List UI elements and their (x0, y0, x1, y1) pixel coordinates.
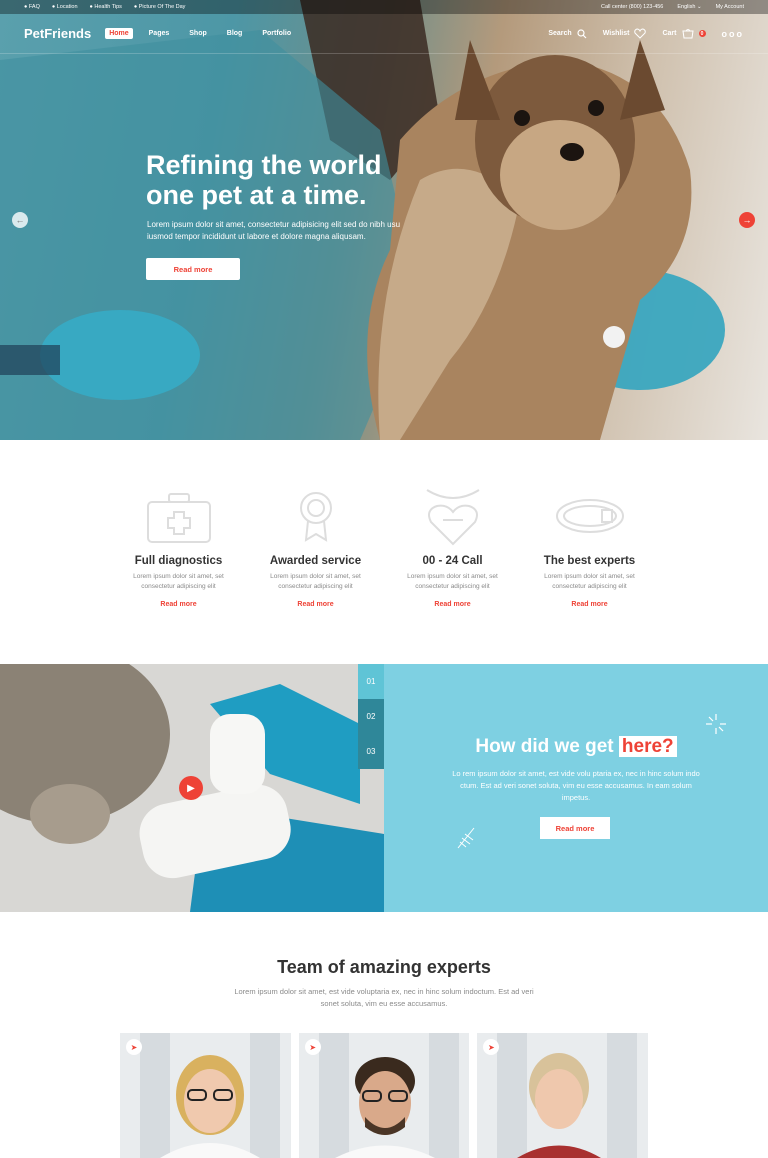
rocket-icon: ➤ (126, 1039, 142, 1055)
first-aid-kit-icon (110, 485, 247, 547)
menu-item-blog[interactable]: Blog (223, 28, 247, 39)
feature-title: 00 - 24 Call (422, 555, 483, 567)
heart-tag-icon (384, 485, 521, 547)
fishbone-icon (457, 827, 475, 849)
award-medal-icon (247, 485, 384, 547)
health-tips-label: Health Tips (94, 4, 122, 10)
doctor-photo (120, 1033, 291, 1158)
hero-read-more-button[interactable]: Read more (146, 258, 240, 280)
more-menu-icon[interactable]: ooo (722, 29, 745, 39)
faq-link[interactable]: ● FAQ (24, 4, 40, 10)
menu-item-home[interactable]: Home (105, 28, 133, 39)
feature-read-more-link[interactable]: Read more (521, 601, 658, 608)
history-read-more-label: Read more (555, 823, 595, 833)
history-panel: How did we get here? Lo rem ipsum dolor … (384, 664, 768, 912)
my-account-link[interactable]: My Account (716, 4, 744, 10)
history-description: Lo rem ipsum dolor sit amet, est vide vo… (452, 769, 700, 802)
main-navbar: PetFriends Home Pages Shop Blog Portfoli… (0, 14, 768, 54)
team-cards: ➤ ➤ ➤ (120, 1033, 649, 1158)
feature-read-more-link[interactable]: Read more (384, 601, 521, 608)
location-label: Location (56, 4, 78, 10)
feature-read-more-link[interactable]: Read more (247, 601, 384, 608)
history-read-more-button[interactable]: Read more (540, 817, 610, 839)
cart-icon (681, 29, 694, 39)
wishlist-label: Wishlist (602, 30, 630, 37)
team-card[interactable]: ➤ (120, 1033, 291, 1158)
doctor-photo (298, 1033, 470, 1158)
hero-slider: ● FAQ ● Location ● Health Tips ● Picture… (0, 0, 768, 440)
cart-count-badge: 0 (698, 30, 706, 37)
cart-button[interactable]: Cart 0 (662, 28, 706, 39)
feature-title: Awarded service (269, 555, 362, 567)
search-button[interactable]: Search (548, 28, 587, 39)
history-title: How did we get here? (384, 736, 768, 758)
slider-prev-arrow-icon[interactable]: ← (12, 212, 28, 228)
history-title-highlight: here? (618, 736, 677, 757)
play-video-button[interactable]: ▶ (179, 776, 203, 800)
language-select[interactable]: English ⌄ (677, 4, 701, 10)
feature-description: Lorem ipsum dolor sit amet, set consecte… (544, 573, 635, 590)
feature-description: Lorem ipsum dolor sit amet, set consecte… (407, 573, 498, 590)
language-label: English (677, 4, 696, 10)
health-tips-link[interactable]: ● Health Tips (90, 4, 122, 10)
feature-best-experts: The best experts Lorem ipsum dolor sit a… (521, 485, 658, 625)
menu-item-shop[interactable]: Shop (185, 28, 211, 39)
top-bar: ● FAQ ● Location ● Health Tips ● Picture… (0, 0, 768, 14)
feature-title: The best experts (543, 555, 636, 567)
hero-title: Refining the world one pet at a time. (146, 150, 382, 210)
sparkle-icon (706, 714, 726, 734)
site-logo[interactable]: PetFriends (24, 26, 91, 41)
hero-read-more-label: Read more (173, 264, 213, 274)
location-link[interactable]: ● Location (52, 4, 78, 10)
vet-cat-photo: ▶ (0, 664, 384, 912)
call-center-text: Call center (800) 123-456 (601, 4, 664, 10)
hero-description: Lorem ipsum dolor sit amet, consectetur … (147, 220, 401, 241)
faq-label: FAQ (28, 4, 40, 10)
tab-03[interactable]: 03 (358, 734, 384, 769)
history-section: ▶ How did we get here? Lo rem ipsum dolo… (0, 664, 768, 912)
rocket-icon: ➤ (304, 1039, 321, 1055)
pet-collar-icon (521, 485, 658, 547)
heart-icon (634, 28, 647, 39)
feature-24-call: 00 - 24 Call Lorem ipsum dolor sit amet,… (384, 485, 521, 625)
picture-of-day-label: Picture Of The Day (138, 4, 186, 10)
feature-description: Lorem ipsum dolor sit amet, set consecte… (133, 573, 224, 590)
picture-of-day-link[interactable]: ● Picture Of The Day (134, 4, 186, 10)
history-tabs: 01 02 03 (358, 664, 384, 769)
cart-label: Cart (662, 30, 677, 37)
doctor-photo (477, 1033, 649, 1158)
feature-full-diagnostics: Full diagnostics Lorem ipsum dolor sit a… (110, 485, 247, 625)
search-label: Search (548, 30, 572, 37)
tab-01[interactable]: 01 (358, 664, 384, 699)
features-row: Full diagnostics Lorem ipsum dolor sit a… (110, 485, 658, 625)
search-icon (577, 28, 587, 38)
team-description: Lorem ipsum dolor sit amet, est vide vol… (234, 987, 534, 1008)
team-card[interactable]: ➤ (298, 1033, 470, 1158)
wishlist-button[interactable]: Wishlist (603, 28, 647, 39)
slider-next-arrow-icon[interactable]: → (739, 212, 755, 228)
feature-description: Lorem ipsum dolor sit amet, set consecte… (270, 573, 361, 590)
team-card[interactable]: ➤ (477, 1033, 649, 1158)
team-title: Team of amazing experts (277, 957, 491, 977)
menu-item-portfolio[interactable]: Portfolio (258, 28, 295, 39)
history-title-main: How did we get (475, 736, 614, 757)
tab-02[interactable]: 02 (358, 699, 384, 734)
feature-awarded-service: Awarded service Lorem ipsum dolor sit am… (247, 485, 384, 625)
menu-item-pages[interactable]: Pages (145, 28, 174, 39)
main-menu: Home Pages Shop Blog Portfolio (105, 28, 295, 39)
feature-read-more-link[interactable]: Read more (110, 601, 247, 608)
feature-title: Full diagnostics (134, 555, 223, 567)
